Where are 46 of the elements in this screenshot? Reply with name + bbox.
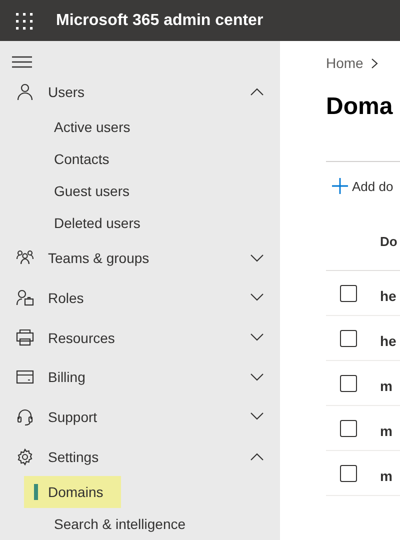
nav-item[interactable]: Active users: [48, 112, 136, 144]
menu-icon: [12, 56, 32, 68]
row-checkbox[interactable]: [340, 330, 357, 346]
printer-icon: [16, 328, 34, 347]
chevron-down-icon: [250, 412, 264, 422]
selection-bar: [34, 484, 38, 500]
add-domain-button[interactable]: Add do: [326, 175, 394, 197]
table-cell: m: [380, 423, 392, 439]
page-title: Doma: [326, 93, 394, 121]
table-cell: m: [380, 378, 392, 394]
chevron-up-icon: [250, 452, 264, 462]
chevron-right-icon: [371, 58, 378, 68]
chevron-down-icon: [250, 372, 264, 382]
table-cell: he: [380, 333, 396, 349]
nav-group[interactable]: Settings: [0, 436, 280, 476]
card-icon: [16, 368, 34, 386]
nav-item[interactable]: Contacts: [48, 143, 116, 175]
table-cell: m: [380, 468, 392, 484]
breadcrumb-link[interactable]: Home: [326, 55, 364, 71]
chevron-down-icon: [250, 333, 264, 342]
chevron-down-icon: [250, 254, 264, 263]
row-checkbox[interactable]: [340, 284, 357, 302]
person-icon: [16, 82, 34, 101]
nav-item[interactable]: Search & intelligence: [48, 508, 192, 540]
chevron-down-icon: [250, 293, 264, 302]
person-badge-icon: [16, 288, 34, 307]
table-cell: he: [380, 288, 396, 304]
nav-group[interactable]: Users: [0, 72, 280, 112]
waffle-icon: [15, 12, 33, 30]
headset-icon: [16, 408, 34, 426]
row-checkbox[interactable]: [340, 464, 357, 482]
chevron-up-icon: [250, 87, 264, 96]
nav-group[interactable]: Resources: [0, 318, 280, 358]
nav-group[interactable]: Support: [0, 397, 280, 437]
app-title: Microsoft 365 admin center: [56, 12, 264, 30]
nav-group[interactable]: Teams & groups: [0, 238, 280, 278]
nav-item[interactable]: Guest users: [48, 174, 136, 207]
column-header[interactable]: Do: [380, 234, 398, 248]
row-checkbox[interactable]: [340, 420, 357, 436]
settings-icon: [16, 448, 34, 466]
nav-item[interactable]: Domains: [24, 476, 122, 508]
nav-group[interactable]: Billing: [0, 357, 280, 398]
nav-group[interactable]: Roles: [0, 278, 280, 318]
row-checkbox[interactable]: [340, 374, 357, 392]
plus-icon: [332, 178, 348, 194]
nav-item[interactable]: Deleted users: [48, 206, 146, 238]
